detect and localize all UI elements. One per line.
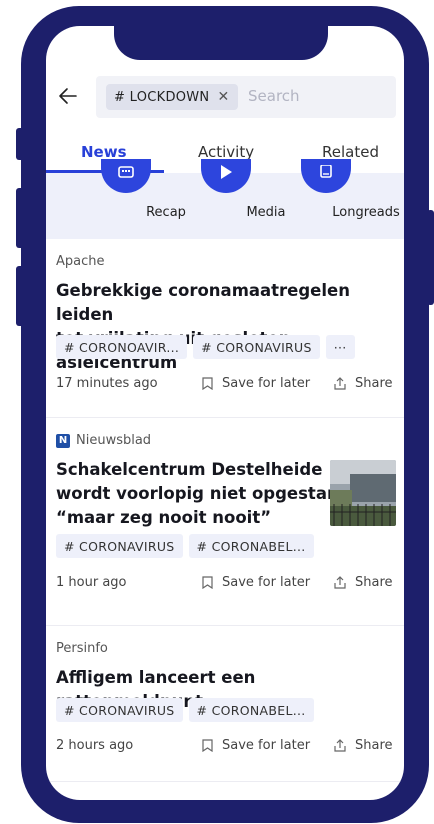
share-icon: [334, 739, 346, 752]
article-source: Apache: [56, 254, 105, 269]
news-feed: Apache Gebrekkige coronamaatregelen leid…: [46, 239, 404, 782]
filter-chip-label: # LOCKDOWN: [114, 89, 210, 105]
article-time: 2 hours ago: [56, 738, 134, 753]
article-source: N Nieuwsblad: [56, 433, 151, 448]
save-for-later-button[interactable]: Save for later: [202, 738, 310, 753]
back-arrow-icon[interactable]: [56, 84, 80, 108]
article-source: Persinfo: [56, 641, 108, 656]
save-for-later-button[interactable]: Save for later: [202, 376, 310, 391]
search-box[interactable]: # LOCKDOWN ✕ Search: [96, 76, 396, 118]
article-title[interactable]: Schakelcentrum Destelheide wordt voorlop…: [56, 458, 349, 530]
article-card[interactable]: Apache Gebrekkige coronamaatregelen leid…: [46, 239, 404, 418]
share-button[interactable]: Share: [334, 575, 393, 590]
recap-icon: [118, 166, 134, 178]
article-time: 1 hour ago: [56, 575, 127, 590]
more-tags-button[interactable]: ···: [325, 335, 355, 359]
nieuwsblad-logo-icon: N: [56, 433, 70, 448]
article-title[interactable]: Gebrekkige coronamaatregelen leiden tot …: [56, 279, 404, 375]
article-thumbnail[interactable]: [330, 460, 396, 526]
close-icon[interactable]: ✕: [217, 89, 229, 105]
tag-chip[interactable]: # CORONAVIRUS: [56, 534, 183, 558]
bookmark-icon: [202, 377, 213, 390]
tag-chip[interactable]: # CORONABEL...: [188, 698, 314, 722]
bookmark-icon: [202, 576, 213, 589]
quick-links: Recap Media Longreads: [46, 159, 404, 239]
article-time: 17 minutes ago: [56, 376, 158, 391]
top-bar: # LOCKDOWN ✕ Search: [46, 74, 404, 120]
article-card[interactable]: N Nieuwsblad Schakelcentrum Destelheide …: [46, 418, 404, 626]
article-tags: # CORONOAVIR... # CORONAVIRUS ···: [56, 335, 355, 359]
quicklink-label: Recap: [146, 205, 186, 220]
tag-chip[interactable]: # CORONAVIRUS: [56, 698, 183, 722]
share-button[interactable]: Share: [334, 376, 393, 391]
quicklink-label: Longreads: [332, 205, 400, 220]
bookmark-icon: [202, 739, 213, 752]
tag-chip[interactable]: # CORONABEL...: [188, 534, 314, 558]
share-button[interactable]: Share: [334, 738, 393, 753]
document-icon: [320, 165, 332, 178]
tag-chip[interactable]: # CORONAVIRUS: [193, 335, 320, 359]
filter-chip-lockdown[interactable]: # LOCKDOWN ✕: [106, 84, 238, 110]
phone-screen: # LOCKDOWN ✕ Search News Activity Relate…: [46, 26, 404, 800]
phone-notch: [114, 26, 328, 60]
save-for-later-button[interactable]: Save for later: [202, 575, 310, 590]
article-tags: # CORONAVIRUS # CORONABEL...: [56, 698, 314, 722]
article-tags: # CORONAVIRUS # CORONABEL...: [56, 534, 314, 558]
search-input[interactable]: Search: [248, 87, 300, 105]
play-icon: [221, 165, 232, 179]
article-card[interactable]: Persinfo Affligem lanceert een rattenmel…: [46, 626, 404, 782]
share-icon: [334, 377, 346, 390]
tag-chip[interactable]: # CORONOAVIR...: [56, 335, 188, 359]
quicklink-label: Media: [246, 205, 286, 220]
share-icon: [334, 576, 346, 589]
